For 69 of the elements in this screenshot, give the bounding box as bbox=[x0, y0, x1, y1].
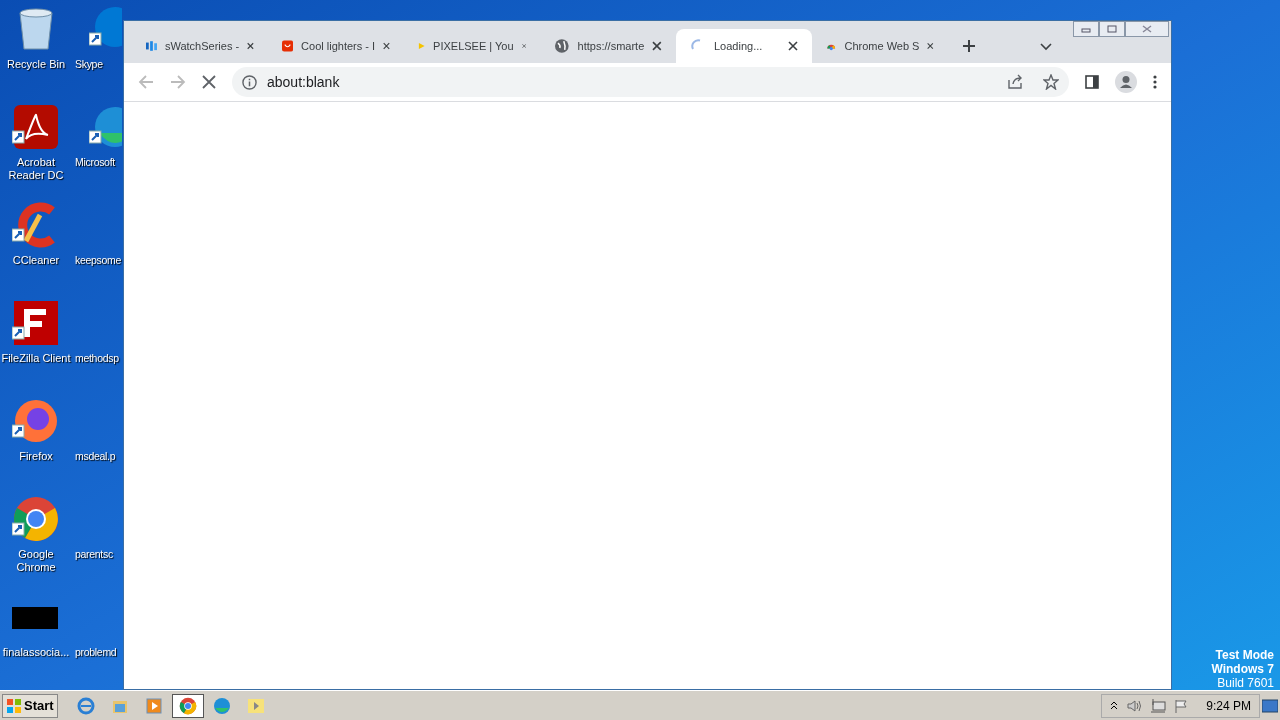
desktop-icon-label[interactable]: Recycle Bin bbox=[0, 58, 72, 71]
chrome-icon bbox=[178, 696, 197, 715]
address-bar[interactable]: about:blank bbox=[232, 67, 1069, 97]
desktop-icon-label[interactable]: Firefox bbox=[0, 450, 72, 463]
browser-tab[interactable]: Loading... bbox=[676, 29, 812, 63]
address-text: about:blank bbox=[267, 72, 341, 92]
tab-title: Loading... bbox=[714, 38, 764, 54]
windows-logo-icon bbox=[6, 697, 22, 714]
minimize-icon bbox=[1081, 25, 1091, 33]
network-icon[interactable] bbox=[1150, 698, 1167, 713]
chevron-down-icon[interactable] bbox=[1040, 43, 1052, 51]
desktop-icon-label[interactable]: CCleaner bbox=[0, 254, 72, 267]
menu-icon[interactable] bbox=[1153, 75, 1157, 89]
acrobat-icon bbox=[12, 103, 60, 151]
restore-icon bbox=[1107, 25, 1117, 33]
filezilla-icon bbox=[12, 299, 60, 347]
close-icon[interactable] bbox=[927, 41, 934, 51]
close-icon bbox=[1142, 25, 1152, 33]
media-player-icon bbox=[144, 696, 163, 715]
side-panel-icon[interactable] bbox=[1085, 75, 1099, 89]
desktop-icon-label[interactable]: Microsoft bbox=[75, 156, 115, 169]
close-icon[interactable] bbox=[383, 41, 390, 51]
system-watermark-text: Windows 7 bbox=[1211, 662, 1274, 676]
browser-tab[interactable]: sWatchSeries - bbox=[132, 29, 268, 63]
desktop-icon-label[interactable]: methodsp bbox=[75, 352, 119, 365]
desktop-icon-label[interactable]: parentsc bbox=[75, 548, 113, 561]
info-icon bbox=[242, 74, 257, 90]
chrome-icon bbox=[12, 495, 60, 543]
desktop-icon-label[interactable]: finalassocia... bbox=[0, 646, 72, 659]
shopping-bag-icon bbox=[282, 38, 294, 54]
browser-tab[interactable]: https://smarte bbox=[540, 29, 676, 63]
flag-icon[interactable] bbox=[1174, 698, 1189, 713]
system-watermark-text: Build 7601 bbox=[1217, 676, 1274, 690]
edge-icon bbox=[212, 696, 231, 715]
browser-tab[interactable]: Chrome Web S bbox=[812, 29, 948, 63]
chevron-up-icon[interactable] bbox=[1110, 700, 1119, 711]
speaker-icon[interactable] bbox=[1126, 698, 1143, 713]
taskbar-app[interactable] bbox=[171, 693, 204, 718]
internet-explorer-icon bbox=[76, 696, 95, 715]
close-icon[interactable] bbox=[788, 41, 798, 51]
share-icon[interactable] bbox=[1007, 74, 1023, 90]
tab-title: sWatchSeries - bbox=[164, 38, 240, 54]
close-icon[interactable] bbox=[247, 41, 254, 51]
desktop-icon-label[interactable]: Google Chrome bbox=[0, 548, 72, 574]
new-tab-icon[interactable] bbox=[962, 39, 976, 53]
browser-tab[interactable]: PIXELSEE | You bbox=[404, 29, 540, 63]
profile-icon[interactable] bbox=[1115, 71, 1137, 93]
close-icon[interactable] bbox=[652, 41, 662, 51]
tab-title: Chrome Web S bbox=[844, 38, 920, 54]
firefox-icon bbox=[12, 397, 60, 445]
play-icon bbox=[246, 696, 265, 715]
stop-icon[interactable] bbox=[202, 75, 216, 89]
tab-title: PIXELSEE | You bbox=[433, 38, 514, 54]
system-watermark-text: Test Mode bbox=[1215, 648, 1274, 662]
desktop-icon-label[interactable]: keepsome bbox=[75, 254, 122, 267]
browser-tab[interactable]: Cool lighters - I bbox=[268, 29, 404, 63]
desktop-icon-label[interactable]: msdeal.p bbox=[75, 450, 116, 463]
show-desktop-icon[interactable] bbox=[1262, 698, 1278, 713]
tab-title: Cool lighters - I bbox=[301, 38, 376, 54]
star-icon[interactable] bbox=[1043, 74, 1059, 90]
desktop-icon-label[interactable]: FileZilla Client bbox=[0, 352, 72, 365]
tab-title: https://smarte bbox=[577, 38, 645, 54]
bars-icon bbox=[146, 38, 157, 54]
desktop-icon-label[interactable]: Skype bbox=[75, 58, 103, 71]
desktop-icon-label[interactable]: Acrobat Reader DC bbox=[0, 156, 72, 182]
close-button[interactable] bbox=[1125, 21, 1169, 37]
globe-icon bbox=[554, 38, 570, 54]
desktop-icon-label[interactable]: problemd bbox=[75, 646, 117, 659]
start-button[interactable]: Start bbox=[2, 693, 58, 718]
